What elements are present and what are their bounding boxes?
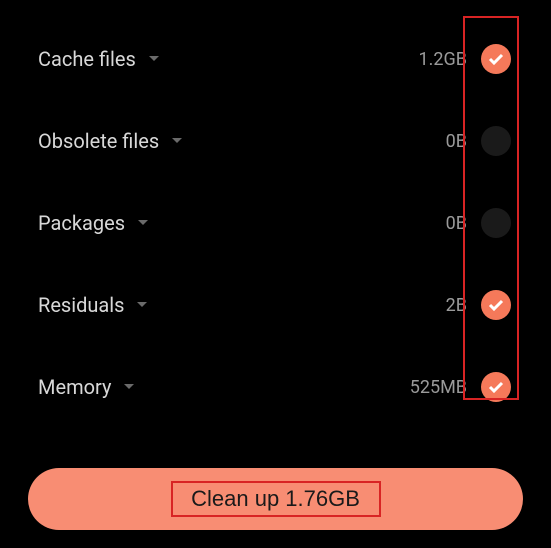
cleanup-list: Cache files 1.2GB Obsolete files 0B Pack… [0, 0, 551, 428]
chevron-down-icon[interactable] [123, 383, 135, 391]
item-size: 0B [446, 213, 467, 234]
list-item[interactable]: Obsolete files 0B [0, 100, 551, 182]
checkbox[interactable] [481, 44, 511, 74]
list-item[interactable]: Residuals 2B [0, 264, 551, 346]
checkbox[interactable] [481, 126, 511, 156]
list-item[interactable]: Packages 0B [0, 182, 551, 264]
item-label: Obsolete files [38, 129, 159, 153]
checkbox[interactable] [481, 208, 511, 238]
item-label: Packages [38, 211, 125, 235]
checkbox[interactable] [481, 290, 511, 320]
item-label: Memory [38, 375, 111, 399]
button-container: Clean up 1.76GB [28, 468, 523, 530]
chevron-down-icon[interactable] [148, 55, 160, 63]
button-label: Clean up 1.76GB [191, 486, 360, 512]
checkbox[interactable] [481, 372, 511, 402]
chevron-down-icon[interactable] [137, 219, 149, 227]
item-size: 1.2GB [419, 49, 467, 70]
clean-up-button[interactable]: Clean up 1.76GB [28, 468, 523, 530]
item-size: 2B [446, 295, 467, 316]
item-size: 0B [446, 131, 467, 152]
item-size: 525MB [410, 377, 467, 398]
chevron-down-icon[interactable] [171, 137, 183, 145]
chevron-down-icon[interactable] [136, 301, 148, 309]
item-label: Residuals [38, 293, 124, 317]
list-item[interactable]: Memory 525MB [0, 346, 551, 428]
list-item[interactable]: Cache files 1.2GB [0, 18, 551, 100]
item-label: Cache files [38, 47, 136, 71]
